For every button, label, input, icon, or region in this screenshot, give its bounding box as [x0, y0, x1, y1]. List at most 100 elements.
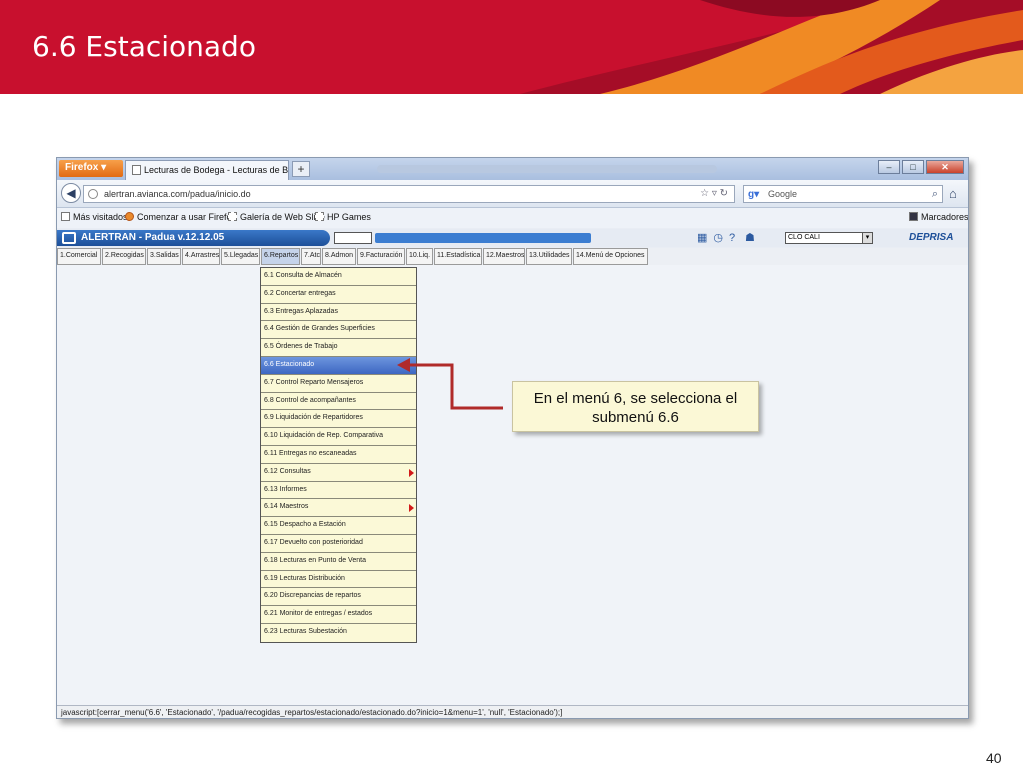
app-quick-input[interactable] — [334, 232, 372, 244]
user-icon[interactable]: ☗ — [745, 231, 755, 244]
tab-title: Lecturas de Bodega - Lecturas de Bodega — [144, 165, 289, 175]
submenu-label: 6.8 Control de acompañantes — [264, 396, 356, 404]
submenu-label: 6.13 Informes — [264, 485, 307, 493]
bus-icon — [62, 232, 76, 244]
search-input[interactable]: g▾ Google ⌕ — [743, 185, 943, 203]
submenu-item[interactable]: 6.19 Lecturas Distribución — [261, 571, 416, 589]
maximize-button[interactable]: □ — [902, 160, 924, 174]
submenu-item[interactable]: 6.1 Consulta de Almacén — [261, 268, 416, 286]
browser-screenshot: Firefox ▾ Lecturas de Bodega - Lecturas … — [56, 157, 969, 719]
menu-item-menu-opciones[interactable]: 14.Menú de Opciones — [573, 248, 648, 265]
url-text: alertran.avianca.com/padua/inicio.do — [104, 189, 251, 199]
city-select[interactable]: CLO CALI ▾ — [785, 232, 873, 244]
bookmark-mas-visitados[interactable]: Más visitados — [61, 212, 128, 222]
submenu-label: 6.10 Liquidación de Rep. Comparativa — [264, 432, 384, 440]
submenu-label: 6.20 Discrepancias de repartos — [264, 592, 361, 600]
submenu-item[interactable]: 6.13 Informes — [261, 482, 416, 500]
bookmark-label: HP Games — [327, 212, 371, 222]
minimize-button[interactable]: – — [878, 160, 900, 174]
bookmark-hp-games[interactable]: HP Games — [315, 212, 371, 222]
firefox-icon — [125, 212, 134, 221]
menu-item-maestros[interactable]: 12.Maestros — [483, 248, 525, 265]
navigation-bar: ◀ alertran.avianca.com/padua/inicio.do ☆… — [57, 180, 968, 208]
brand-logo: DEPRISA — [909, 232, 954, 243]
submenu-item[interactable]: 6.10 Liquidación de Rep. Comparativa — [261, 428, 416, 446]
bookmarks-toolbar: Más visitados Comenzar a usar Firefox Ga… — [57, 208, 968, 228]
submenu-item[interactable]: 6.5 Órdenes de Trabajo — [261, 339, 416, 357]
menu-item-comercial[interactable]: 1.Comercial — [57, 248, 101, 265]
submenu-item[interactable]: 6.11 Entregas no escaneadas — [261, 446, 416, 464]
bookmarks-menu-label: Marcadores — [921, 212, 969, 222]
submenu-item[interactable]: 6.7 Control Reparto Mensajeros — [261, 375, 416, 393]
url-bar[interactable]: alertran.avianca.com/padua/inicio.do ☆ ▿… — [83, 185, 735, 203]
menu-item-facturacion[interactable]: 9.Facturación — [357, 248, 405, 265]
status-bar: javascript:[cerrar_menu('6.6', 'Estacion… — [57, 705, 968, 718]
app-content-area — [57, 265, 968, 705]
menu-item-arrastres[interactable]: 4.Arrastres — [182, 248, 220, 265]
menu-item-liq[interactable]: 10.Liq. — [406, 248, 433, 265]
bookmarks-menu-button[interactable]: Marcadores — [909, 212, 969, 222]
slide-title: 6.6 Estacionado — [32, 30, 256, 63]
menu-item-llegadas[interactable]: 5.Llegadas — [221, 248, 260, 265]
menu-item-repartos[interactable]: 6.Repartos — [261, 248, 300, 265]
submenu-label: 6.5 Órdenes de Trabajo — [264, 343, 338, 351]
bookmark-star-icon[interactable]: ☆ ▿ ↻ — [700, 188, 728, 199]
app-title: ALERTRAN - Padua v.12.12.05 — [81, 232, 225, 243]
firefox-menu-button[interactable]: Firefox ▾ — [59, 160, 123, 177]
bookmark-icon — [61, 212, 70, 221]
page-icon — [132, 165, 141, 175]
menu-item-estadistica[interactable]: 11.Estadística — [434, 248, 482, 265]
submenu-item[interactable]: 6.4 Gestión de Grandes Superficies — [261, 321, 416, 340]
close-button[interactable]: ✕ — [926, 160, 964, 174]
submenu-item[interactable]: 6.2 Concertar entregas — [261, 286, 416, 304]
bookmark-label: Comenzar a usar Firefox — [137, 212, 237, 222]
submenu-label: 6.7 Control Reparto Mensajeros — [264, 378, 364, 386]
web-slice-icon — [315, 212, 324, 221]
menu-item-utilidades[interactable]: 13.Utilidades — [526, 248, 572, 265]
submenu-item[interactable]: 6.18 Lecturas en Punto de Venta — [261, 553, 416, 571]
submenu-item[interactable]: 6.8 Control de acompañantes — [261, 393, 416, 411]
menu-item-admon[interactable]: 8.Admon — [322, 248, 356, 265]
search-placeholder: Google — [768, 189, 798, 199]
calendar-clock-help-icons[interactable]: ▦◷? — [697, 231, 741, 244]
repartos-submenu: 6.1 Consulta de Almacén 6.2 Concertar en… — [260, 267, 417, 643]
page-number: 40 — [986, 750, 1002, 766]
submenu-label: 6.23 Lecturas Subestación — [264, 627, 347, 635]
submenu-label: 6.2 Concertar entregas — [264, 289, 336, 297]
submenu-item[interactable]: 6.17 Devuelto con posterioridad — [261, 535, 416, 553]
submenu-item[interactable]: 6.21 Monitor de entregas / estados — [261, 606, 416, 624]
new-tab-button[interactable]: + — [292, 161, 310, 177]
bookmark-comenzar-firefox[interactable]: Comenzar a usar Firefox — [125, 212, 236, 222]
app-progress-bar — [375, 233, 591, 243]
submenu-item[interactable]: 6.15 Despacho a Estación — [261, 517, 416, 535]
bookmark-label: Más visitados — [73, 212, 128, 222]
submenu-arrow-icon — [409, 504, 414, 513]
submenu-item-estacionado[interactable]: 6.6 Estacionado — [261, 356, 416, 375]
search-icon[interactable]: ⌕ — [932, 188, 938, 201]
browser-tab[interactable]: Lecturas de Bodega - Lecturas de Bodega — [125, 160, 289, 180]
menu-item-atc[interactable]: 7.Atc — [301, 248, 321, 265]
submenu-item[interactable]: 6.12 Consultas — [261, 464, 416, 482]
submenu-arrow-icon — [409, 468, 414, 477]
submenu-label: 6.18 Lecturas en Punto de Venta — [264, 556, 366, 564]
submenu-item[interactable]: 6.14 Maestros — [261, 499, 416, 518]
header-banner: 6.6 Estacionado — [0, 0, 1023, 94]
bookmark-galeria-web-slice[interactable]: Galería de Web Slice — [228, 212, 325, 222]
app-header: ALERTRAN - Padua v.12.12.05 ▦◷? ☗ CLO CA… — [57, 229, 968, 247]
home-icon[interactable]: ⌂ — [949, 186, 957, 201]
submenu-label: 6.11 Entregas no escaneadas — [264, 449, 357, 457]
submenu-item[interactable]: 6.20 Discrepancias de repartos — [261, 588, 416, 607]
submenu-label: 6.1 Consulta de Almacén — [264, 272, 342, 279]
submenu-item[interactable]: 6.23 Lecturas Subestación — [261, 624, 416, 642]
window-controls: – □ ✕ — [878, 160, 964, 174]
submenu-item[interactable]: 6.3 Entregas Aplazadas — [261, 304, 416, 322]
submenu-item[interactable]: 6.9 Liquidación de Repartidores — [261, 410, 416, 429]
menu-item-recogidas[interactable]: 2.Recogidas — [102, 248, 146, 265]
submenu-label: 6.14 Maestros — [264, 503, 309, 511]
app-title-bar: ALERTRAN - Padua v.12.12.05 — [57, 230, 330, 246]
menu-item-salidas[interactable]: 3.Salidas — [147, 248, 181, 265]
window-title-blurred — [377, 165, 717, 173]
submenu-label: 6.21 Monitor de entregas / estados — [264, 610, 373, 618]
back-button[interactable]: ◀ — [61, 183, 81, 203]
callout-text: En el menú 6, se selecciona el submenú 6… — [533, 390, 738, 426]
